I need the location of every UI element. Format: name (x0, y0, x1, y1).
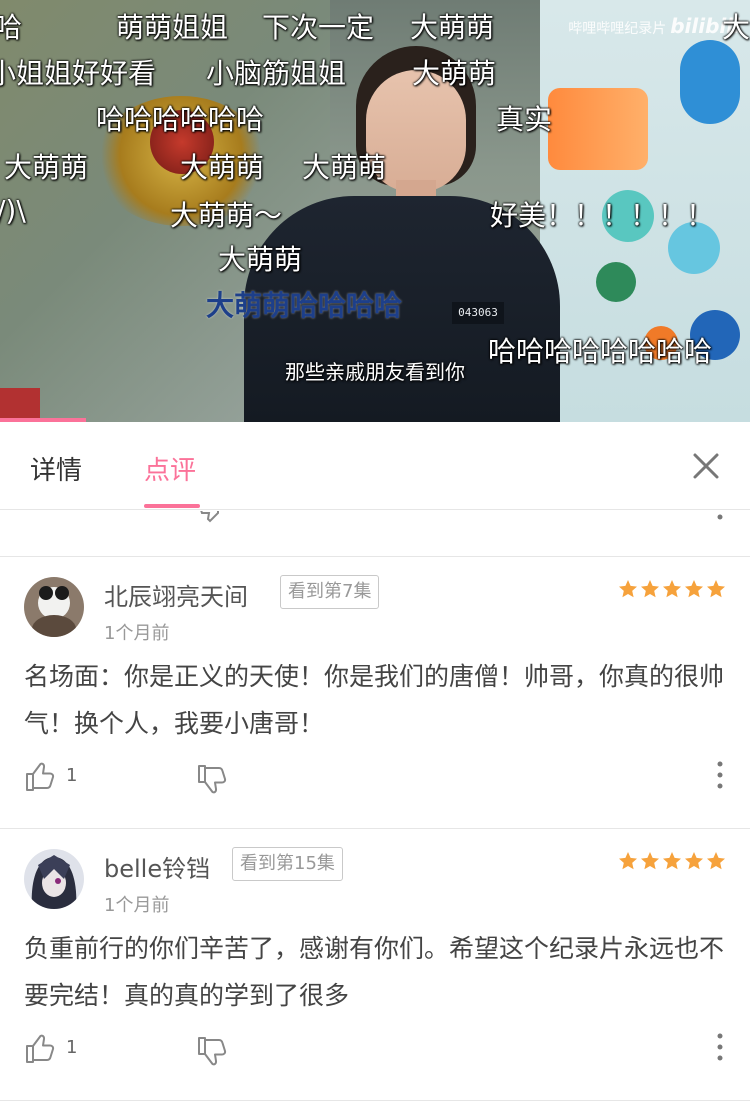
rating-stars (618, 579, 726, 599)
star-icon (685, 852, 703, 870)
more-icon[interactable] (710, 1031, 730, 1063)
thumbs-down-icon[interactable] (196, 1035, 228, 1067)
star-icon (707, 852, 725, 870)
more-icon[interactable] (710, 759, 730, 791)
like-count: 1 (66, 1037, 78, 1058)
wall-graphic-blue (680, 40, 740, 124)
danmaku-item: 哈 (0, 11, 23, 44)
danmaku-item: 下次一定 (262, 11, 375, 44)
tab-active-indicator (144, 504, 200, 508)
watermark-text: 哔哩哔哩纪录片 (568, 21, 667, 37)
danmaku-item: 大萌萌～ (170, 199, 283, 232)
close-icon[interactable] (690, 450, 722, 482)
username[interactable]: belle铃铛 (104, 849, 210, 884)
like-count: 1 (66, 765, 78, 786)
video-player[interactable]: 043063 哔哩哔哩纪录片 bilibili 哈 萌萌姐姐 下次一定 大萌萌 大… (0, 0, 750, 422)
review-item: belle铃铛 看到第15集 1个月前 负重前行的你们辛苦了，感谢有你们。希望这… (0, 829, 750, 1101)
thumbs-up-icon[interactable] (24, 511, 56, 519)
video-watermark: 哔哩哔哩纪录片 bilibili (568, 14, 740, 38)
wall-graphic-orange (548, 88, 648, 170)
avatar-image (24, 577, 84, 637)
danmaku-item: 大萌萌 (180, 151, 265, 184)
danmaku-item: 好美！！！！！！ (490, 199, 715, 232)
star-icon (707, 580, 725, 598)
avatar[interactable] (24, 849, 84, 909)
review-time: 1个月前 (104, 895, 170, 916)
video-subtitle: 那些亲戚朋友看到你 (285, 360, 465, 384)
danmaku-item: 小姐姐好好看 (0, 57, 157, 90)
star-icon (619, 580, 637, 598)
star-icon (641, 580, 659, 598)
tab-details[interactable]: 详情 (30, 450, 82, 487)
review-time: 1个月前 (104, 623, 170, 644)
star-icon (663, 580, 681, 598)
star-icon (641, 852, 659, 870)
danmaku-item: 大萌萌 (410, 11, 495, 44)
danmaku-item: 大萌萌 (4, 151, 89, 184)
danmaku-item: 大萌萌 (302, 151, 387, 184)
thumbs-up-icon[interactable] (24, 761, 56, 793)
previous-review-tail (0, 511, 750, 557)
star-icon (663, 852, 681, 870)
tab-bar: 详情 点评 (0, 422, 750, 510)
danmaku-item: 哈哈哈哈哈哈 (96, 103, 265, 136)
review-item: 北辰翊亮天间 看到第7集 1个月前 名场面：你是正义的天使！你是我们的唐僧！帅哥… (0, 557, 750, 829)
episode-badge: 看到第15集 (232, 847, 343, 881)
danmaku-item: 大 (722, 11, 750, 44)
danmaku-item: 小脑筋姐姐 (206, 57, 347, 90)
wall-graphic-green (596, 262, 636, 302)
red-sign (0, 388, 40, 422)
rating-stars (618, 851, 726, 871)
danmaku-item: 萌萌姐姐 (116, 11, 229, 44)
danmaku-item: 大萌萌哈哈哈哈 (206, 289, 403, 322)
avatar-image (24, 849, 84, 909)
danmaku-item: 大萌萌 (218, 243, 303, 276)
more-icon[interactable] (710, 511, 730, 523)
episode-badge: 看到第7集 (280, 575, 380, 609)
danmaku-item: 真实 (496, 103, 553, 136)
thumbs-up-icon[interactable] (24, 1033, 56, 1065)
review-content: 负重前行的你们辛苦了，感谢有你们。希望这个纪录片永远也不要完结！真的真的学到了很… (24, 934, 725, 1010)
star-icon (685, 580, 703, 598)
review-content: 名场面：你是正义的天使！你是我们的唐僧！帅哥，你真的很帅气！换个人，我要小唐哥！ (24, 662, 725, 738)
danmaku-item: /)\ (0, 194, 26, 227)
uniform-badge-number: 043063 (452, 302, 504, 324)
thumbs-down-icon[interactable] (196, 511, 228, 525)
danmaku-item: 大萌萌 (412, 57, 497, 90)
star-icon (619, 852, 637, 870)
review-list[interactable]: 北辰翊亮天间 看到第7集 1个月前 名场面：你是正义的天使！你是我们的唐僧！帅哥… (0, 511, 750, 1102)
avatar[interactable] (24, 577, 84, 637)
username[interactable]: 北辰翊亮天间 (104, 577, 248, 612)
tab-reviews[interactable]: 点评 (144, 450, 196, 487)
thumbs-down-icon[interactable] (196, 763, 228, 795)
